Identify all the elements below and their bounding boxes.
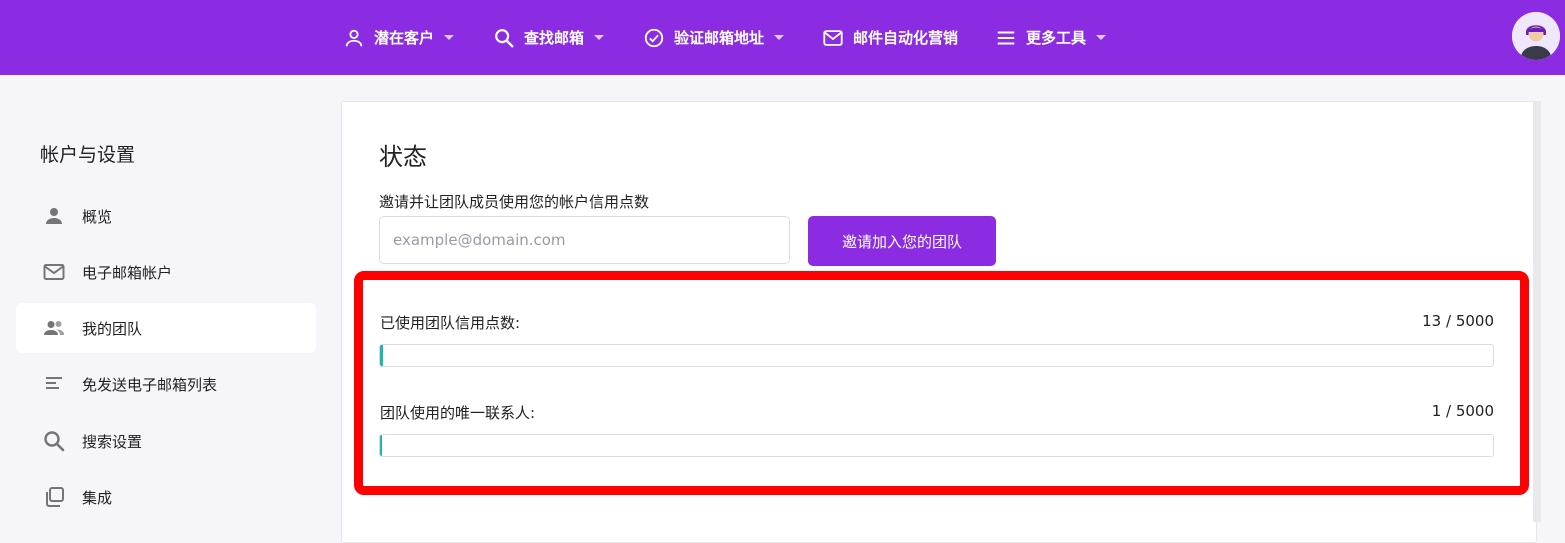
sidebar-item-email-accounts[interactable]: 电子邮箱帐户: [16, 247, 316, 297]
chevron-down-icon: [774, 35, 785, 40]
nav-email-automation[interactable]: 邮件自动化营销: [822, 0, 958, 75]
nav-more-tools[interactable]: 更多工具: [995, 0, 1107, 75]
top-nav-bar: 潜在客户 查找邮箱 验证邮箱地址 邮件自动化营销 更多工具: [0, 0, 1565, 75]
team-credits-value: 13 / 5000: [1422, 312, 1494, 330]
invite-label: 邀请并让团队成员使用您的帐户信用点数: [379, 193, 650, 211]
sidebar-item-label: 搜索设置: [82, 432, 143, 451]
scrollbar[interactable]: [1533, 101, 1541, 522]
team-credits-label: 已使用团队信用点数:: [380, 314, 521, 332]
nav-more-tools-label: 更多工具: [1026, 29, 1087, 47]
highlight-annotation-box: [354, 271, 1529, 495]
sidebar-item-my-team[interactable]: 我的团队: [16, 303, 316, 353]
nav-find-email-label: 查找邮箱: [524, 29, 585, 47]
nav-verify-email-label: 验证邮箱地址: [674, 29, 765, 47]
invite-team-button[interactable]: 邀请加入您的团队: [808, 216, 996, 266]
nav-find-email[interactable]: 查找邮箱: [493, 0, 605, 75]
sidebar-item-label: 我的团队: [82, 319, 143, 338]
sidebar-item-overview[interactable]: 概览: [16, 191, 316, 241]
sidebar-title: 帐户与设置: [40, 144, 136, 166]
sidebar-item-suppression-list[interactable]: 免发送电子邮箱列表: [16, 359, 316, 409]
menu-icon: [997, 30, 1015, 45]
nav-verify-email[interactable]: 验证邮箱地址: [643, 0, 785, 75]
check-circle-icon: [644, 28, 664, 47]
chevron-down-icon: [1096, 35, 1107, 40]
sidebar-item-label: 电子邮箱帐户: [82, 263, 173, 282]
sidebar-item-integrations[interactable]: 集成: [16, 472, 316, 522]
unique-contacts-progress-bar: [379, 434, 1494, 457]
invite-email-input[interactable]: [379, 216, 790, 264]
unique-contacts-progress-fill: [380, 435, 382, 456]
mail-icon: [41, 259, 67, 285]
person-icon: [345, 29, 363, 46]
search-icon: [495, 28, 514, 47]
search-icon: [41, 428, 67, 454]
nav-email-automation-label: 邮件自动化营销: [853, 29, 959, 47]
unique-contacts-value: 1 / 5000: [1431, 402, 1494, 420]
chevron-down-icon: [444, 35, 455, 40]
team-credits-progress-bar: [379, 344, 1494, 367]
list-icon: [41, 371, 67, 397]
copy-icon: [41, 484, 67, 510]
group-icon: [41, 315, 67, 341]
chevron-down-icon: [594, 35, 605, 40]
sidebar-item-label: 概览: [82, 207, 113, 226]
person-icon: [41, 203, 67, 229]
nav-leads-label: 潜在客户: [374, 29, 435, 47]
avatar[interactable]: [1512, 12, 1560, 60]
unique-contacts-label: 团队使用的唯一联系人:: [380, 404, 536, 422]
user-avatar-icon: [1512, 12, 1560, 60]
sidebar-item-search-settings[interactable]: 搜索设置: [16, 416, 316, 466]
sidebar-item-label: 集成: [82, 488, 113, 507]
mail-icon: [823, 29, 843, 46]
sidebar-item-label: 免发送电子邮箱列表: [82, 375, 218, 394]
page-title: 状态: [379, 143, 427, 171]
nav-leads[interactable]: 潜在客户: [343, 0, 455, 75]
team-credits-progress-fill: [380, 345, 383, 366]
